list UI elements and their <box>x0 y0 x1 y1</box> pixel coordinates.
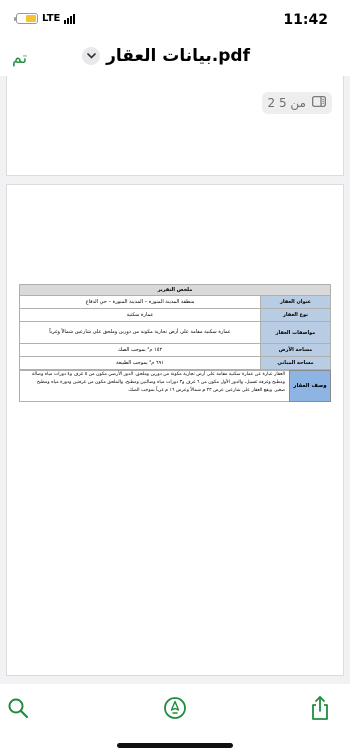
report-heading: ملخص التقرير <box>19 284 331 296</box>
battery-icon <box>14 13 38 24</box>
done-button[interactable]: تم <box>12 48 27 67</box>
table-row: نوع العقار عمارة سكنية <box>19 309 331 322</box>
network-type: LTE <box>42 13 61 24</box>
description-label: وصف العقار <box>289 370 331 402</box>
row-value: ١٥٢ م² بموجب الصك <box>117 346 163 353</box>
report-summary-table: ملخص التقرير عنوان العقار منطقة المدينة … <box>19 284 331 402</box>
share-icon[interactable] <box>306 694 334 722</box>
page-counter[interactable]: 2 من 5 <box>261 92 332 114</box>
pdf-viewer[interactable]: 2 من 5 ملخص التقرير عنوان العقار منطقة ا… <box>0 76 350 684</box>
row-label: مواصفات العقار <box>260 322 330 343</box>
markup-pen-icon[interactable] <box>161 694 189 722</box>
table-row: مواصفات العقار عمارة سكنية مقامة على أرض… <box>19 322 331 344</box>
chevron-down-icon[interactable] <box>82 47 101 65</box>
document-title: بيانات العقار.pdf <box>106 46 250 66</box>
row-label: مساحة الأرض <box>260 344 330 356</box>
clock: 11:42 <box>283 12 328 28</box>
table-row: مساحة المباني ٦٩١ م² بموجب الطبيعة <box>19 357 331 370</box>
table-row: عنوان العقار منطقة المدينة المنورة – الم… <box>19 296 331 309</box>
pdf-page-2[interactable]: ملخص التقرير عنوان العقار منطقة المدينة … <box>6 184 344 676</box>
sidebar-icon[interactable] <box>312 96 326 110</box>
row-label: عنوان العقار <box>260 296 330 308</box>
description-row: وصف العقار العقار عبارة عن عمارة سكنية م… <box>19 370 331 402</box>
nav-bar: تم بيانات العقار.pdf <box>0 44 350 76</box>
signal-icon <box>64 13 76 24</box>
row-value: منطقة المدينة المنورة – المدينة المنورة … <box>85 298 195 305</box>
row-label: نوع العقار <box>260 309 330 321</box>
row-value: عمارة سكنية مقامة على أرض تجارية مكونة م… <box>49 329 231 335</box>
home-indicator <box>117 743 233 748</box>
table-row: مساحة الأرض ١٥٢ م² بموجب الصك <box>19 344 331 357</box>
pdf-page-1[interactable] <box>6 76 344 176</box>
battery-level <box>26 15 36 22</box>
row-value: عمارة سكنية <box>126 311 154 318</box>
search-icon[interactable] <box>4 694 32 722</box>
document-title-menu[interactable]: بيانات العقار.pdf <box>82 46 250 66</box>
status-bar: LTE 11:42 <box>0 0 350 44</box>
row-value: ٦٩١ م² بموجب الطبيعة <box>116 359 164 366</box>
row-label: مساحة المباني <box>260 357 330 369</box>
status-indicators: LTE <box>14 13 76 24</box>
description-text: العقار عبارة عن عمارة سكنية مقامة على أر… <box>19 370 289 402</box>
bottom-toolbar <box>0 684 350 756</box>
page-counter-label: 2 من 5 <box>267 96 306 110</box>
